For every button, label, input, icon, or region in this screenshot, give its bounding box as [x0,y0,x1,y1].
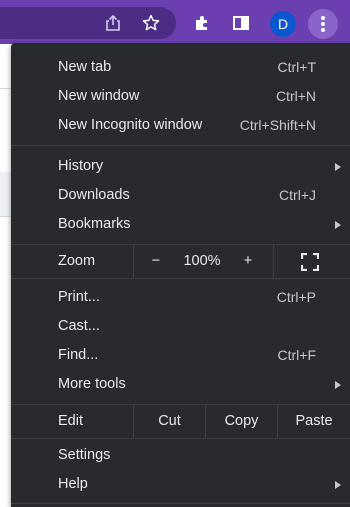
menu-item-shortcut: Ctrl+Shift+N [239,117,316,133]
menu-separator [11,145,350,146]
share-icon[interactable] [98,8,128,38]
edit-label: Edit [58,413,83,429]
menu-item-label: Cast... [58,318,100,334]
side-panel-icon[interactable] [226,8,256,38]
zoom-divider [133,245,134,278]
menu-item-label: Settings [58,447,111,463]
menu-item-label: New Incognito window [58,117,203,133]
menu-item-history[interactable]: History [11,152,350,181]
zoom-level: 100% [183,253,221,269]
menu-item-new-window[interactable]: New window Ctrl+N [11,82,350,111]
menu-separator [11,438,350,439]
menu-item-shortcut: Ctrl+J [279,187,316,203]
menu-item-more-tools[interactable]: More tools [11,370,350,399]
menu-item-label: More tools [58,376,126,392]
extensions-icon[interactable] [187,8,217,38]
menu-item-settings[interactable]: Settings [11,441,350,470]
menu-item-print[interactable]: Print... Ctrl+P [11,283,350,312]
zoom-out-button[interactable]: − [139,245,173,278]
paste-button[interactable]: Paste [278,405,350,438]
copy-button[interactable]: Copy [206,405,277,438]
menu-row-zoom: Zoom − 100% + [11,245,350,278]
menu-item-label: Downloads [58,187,130,203]
zoom-label: Zoom [58,253,96,269]
menu-item-label: New window [58,88,140,104]
menu-item-label: History [58,158,104,174]
fullscreen-icon[interactable] [300,252,320,274]
star-icon[interactable] [136,8,166,38]
menu-item-label: Bookmarks [58,216,131,232]
menu-item-new-tab[interactable]: New tab Ctrl+T [11,53,350,82]
avatar[interactable]: D [270,11,296,37]
menu-item-label: New tab [58,59,112,75]
menu-row-edit: Edit Cut Copy Paste [11,405,350,438]
menu-item-help[interactable]: Help [11,470,350,499]
avatar-initial: D [277,16,289,32]
menu-item-cast[interactable]: Cast... [11,312,350,341]
menu-item-label: Print... [58,289,100,305]
menu-item-downloads[interactable]: Downloads Ctrl+J [11,181,350,210]
menu-separator [11,503,350,504]
submenu-arrow-icon [335,481,341,489]
menu-item-new-incognito-window[interactable]: New Incognito window Ctrl+Shift+N [11,111,350,140]
submenu-arrow-icon [335,163,341,171]
menu-item-shortcut: Ctrl+F [277,347,317,363]
menu-item-bookmarks[interactable]: Bookmarks [11,210,350,239]
menu-item-shortcut: Ctrl+N [275,88,316,104]
menu-item-shortcut: Ctrl+P [276,289,316,305]
zoom-divider [273,245,274,278]
menu-item-label: Find... [58,347,99,363]
zoom-in-button[interactable]: + [231,245,265,278]
cut-button[interactable]: Cut [134,405,205,438]
submenu-arrow-icon [335,381,341,389]
menu-item-find[interactable]: Find... Ctrl+F [11,341,350,370]
submenu-arrow-icon [335,221,341,229]
chrome-main-menu: New tab Ctrl+T New window Ctrl+N New Inc… [11,43,350,507]
browser-toolbar: D [0,0,350,44]
menu-separator [11,278,350,279]
menu-item-shortcut: Ctrl+T [277,59,317,75]
menu-item-label: Help [58,476,88,492]
more-menu-icon[interactable] [308,9,338,39]
